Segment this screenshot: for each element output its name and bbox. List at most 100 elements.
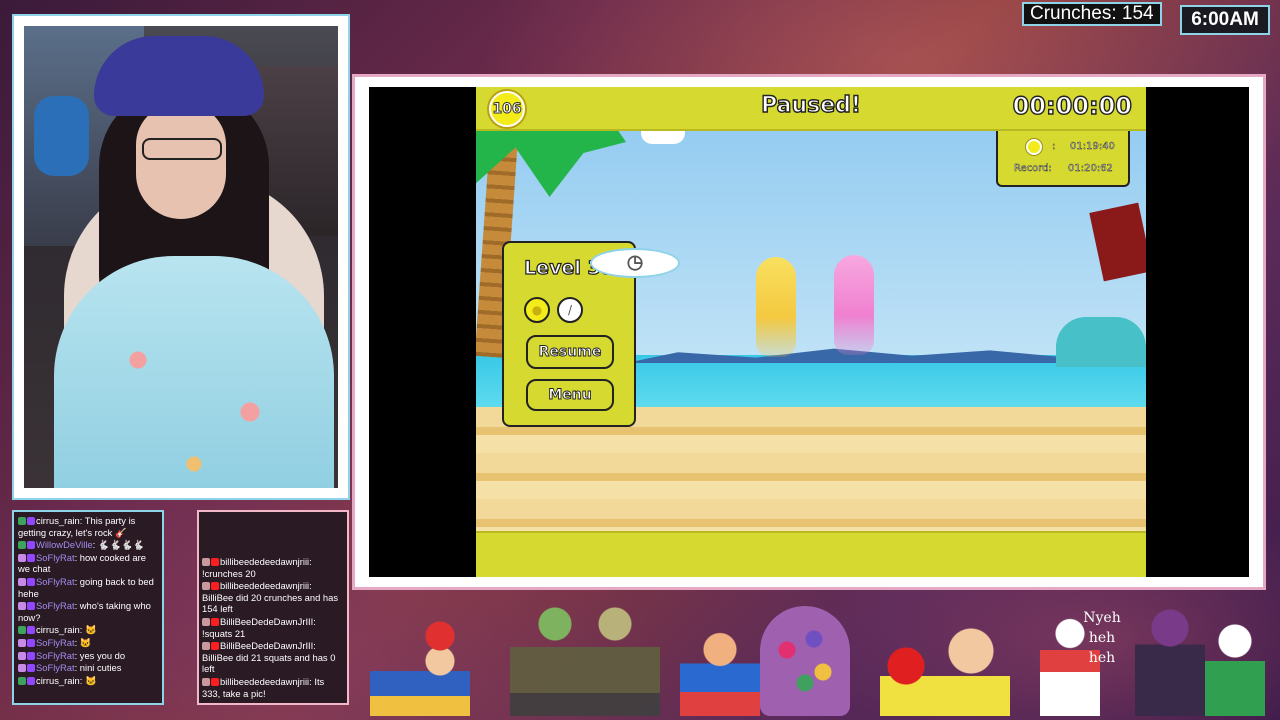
chat-text: : 🐱 <box>79 624 97 636</box>
mod-badge-icon <box>18 626 26 635</box>
chat-message: BilliBeeDedeDawnJrIII: BilliBee did 21 s… <box>202 640 344 675</box>
webcam-frame <box>12 14 350 500</box>
clock-medal-icon: ◷ <box>590 248 680 278</box>
chat-message: SoFlyRat: yes you do <box>18 650 158 662</box>
twitch-badge-icon <box>27 602 35 611</box>
chat-username[interactable]: SoFlyRat <box>36 637 75 648</box>
game-letterbox: 106 Paused! 00:00:00 : 01:19:40 Record: … <box>369 87 1249 577</box>
yellow-bunny-player <box>756 257 796 357</box>
avatar-badge-icon <box>202 617 210 626</box>
twitch-badge-icon <box>27 553 35 562</box>
chat-username[interactable]: WillowDeVille <box>36 539 93 550</box>
chat-username[interactable]: cirrus_rain <box>36 624 80 635</box>
chat-message: SoFlyRat: how cooked are we chat <box>18 552 158 575</box>
youtube-badge-icon <box>211 677 219 686</box>
pink-bunny-player <box>834 255 874 355</box>
character-gem-pile <box>760 606 850 716</box>
sub-badge-icon <box>18 651 26 660</box>
chat-message: billibeededeedawnjriii: BilliBee did 20 … <box>202 580 344 615</box>
chat-username[interactable]: SoFlyRat <box>36 552 75 563</box>
twitch-badge-icon <box>27 676 35 685</box>
chat-username[interactable]: BilliBeeDedeDawnJrIII <box>220 640 313 651</box>
mod-badge-icon <box>18 541 26 550</box>
chat-username[interactable]: SoFlyRat <box>36 650 75 661</box>
chat-username[interactable]: SoFlyRat <box>36 662 75 673</box>
youtube-badge-icon <box>211 617 219 626</box>
character-susie <box>1135 606 1205 716</box>
chat-message: billibeededeedawnjriii: !crunches 20 <box>202 556 344 579</box>
character-ralsei <box>1205 616 1265 716</box>
rock <box>1056 317 1146 367</box>
chat-username[interactable]: SoFlyRat <box>36 600 75 611</box>
webcam-feed <box>24 26 338 488</box>
microphone-icon <box>34 96 89 176</box>
character-group <box>510 601 660 716</box>
sub-badge-icon <box>18 664 26 673</box>
chat-message: cirrus_rain: This party is getting crazy… <box>18 515 158 538</box>
twitch-badge-icon <box>27 638 35 647</box>
youtube-badge-icon <box>211 642 219 651</box>
sub-badge-icon <box>18 553 26 562</box>
twitch-badge-icon <box>27 664 35 673</box>
chat-panel-youtube[interactable]: billibeededeedawnjriii: !crunches 20 bill… <box>197 510 349 705</box>
coin-time-separator: : <box>1052 141 1056 153</box>
chat-message: BilliBeeDedeDawnJrIII: !squats 21 <box>202 616 344 639</box>
chat-message: SoFlyRat: who's taking who now? <box>18 600 158 623</box>
mod-badge-icon <box>18 517 26 525</box>
twitch-badge-icon <box>27 577 35 586</box>
coin-time: 01:19:40 <box>1070 141 1115 153</box>
avatar-badge-icon <box>202 642 210 651</box>
menu-button[interactable]: Menu <box>526 379 614 411</box>
crunches-counter: Crunches: 154 <box>1022 2 1162 26</box>
sword-medal-icon: / <box>557 297 583 323</box>
nyeh-heh-heh-text: Nyeh heh heh <box>1083 610 1121 666</box>
chat-username[interactable]: billibeededeedawnjriii <box>220 580 309 591</box>
chat-message: SoFlyRat: nini cuties <box>18 662 158 674</box>
chat-text: : yes you do <box>74 649 126 661</box>
chat-username[interactable]: billibeededeedawnjriii <box>220 556 309 567</box>
chat-message: WillowDeVille: 🐇🐇🐇🐇 <box>18 539 158 551</box>
character-red-group <box>880 616 1010 716</box>
resume-button[interactable]: Resume <box>526 335 614 369</box>
clock: 6:00AM <box>1180 5 1270 35</box>
record-time: 01:20:62 <box>1068 163 1113 175</box>
game-view[interactable]: 106 Paused! 00:00:00 : 01:19:40 Record: … <box>476 87 1146 577</box>
character-banner: Nyeh heh heh <box>360 596 1270 716</box>
chat-message: cirrus_rain: 🐱 <box>18 624 158 636</box>
chat-text: : 🐱 <box>79 674 97 686</box>
mod-badge-icon <box>18 676 26 685</box>
chat-username[interactable]: billibeededeedawnjriii <box>220 676 309 687</box>
chat-username[interactable]: cirrus_rain <box>36 675 80 686</box>
chat-text: : 🐇🐇🐇🐇 <box>92 539 145 551</box>
avatar-badge-icon <box>202 677 210 686</box>
youtube-badge-icon <box>211 558 219 566</box>
pause-menu: Level 38 ● / ◷ Resume Menu <box>502 241 680 427</box>
coin-icon <box>1026 139 1042 155</box>
twitch-badge-icon <box>27 626 35 635</box>
game-bottom-bar <box>476 531 1146 577</box>
sub-badge-icon <box>18 602 26 611</box>
sign-post <box>1089 202 1146 282</box>
twitch-badge-icon <box>27 541 35 550</box>
avatar-badge-icon <box>202 582 210 591</box>
chat-username[interactable]: SoFlyRat <box>36 576 75 587</box>
chat-message: billibeededeedawnjriii: Its 333, take a … <box>202 676 344 699</box>
sub-badge-icon <box>18 577 26 586</box>
chat-username[interactable]: cirrus_rain <box>36 515 80 526</box>
youtube-badge-icon <box>211 582 219 591</box>
twitch-badge-icon <box>27 517 35 525</box>
coin-medal-icon: ● <box>524 297 550 323</box>
game-frame: 106 Paused! 00:00:00 : 01:19:40 Record: … <box>352 74 1266 590</box>
chat-text: : 🐱 <box>74 636 92 648</box>
record-box: : 01:19:40 Record: 01:20:62 <box>996 131 1130 187</box>
chat-message: cirrus_rain: 🐱 <box>18 675 158 687</box>
character-juggler <box>680 621 760 716</box>
record-label: Record: <box>1014 163 1052 175</box>
character-ness <box>370 616 470 716</box>
twitch-badge-icon <box>27 651 35 660</box>
chat-panel-twitch[interactable]: cirrus_rain: This party is getting crazy… <box>12 510 164 705</box>
game-top-bar: 106 Paused! 00:00:00 <box>476 87 1146 131</box>
avatar-badge-icon <box>202 558 210 566</box>
sub-badge-icon <box>18 638 26 647</box>
chat-username[interactable]: BilliBeeDedeDawnJrIII <box>220 616 313 627</box>
